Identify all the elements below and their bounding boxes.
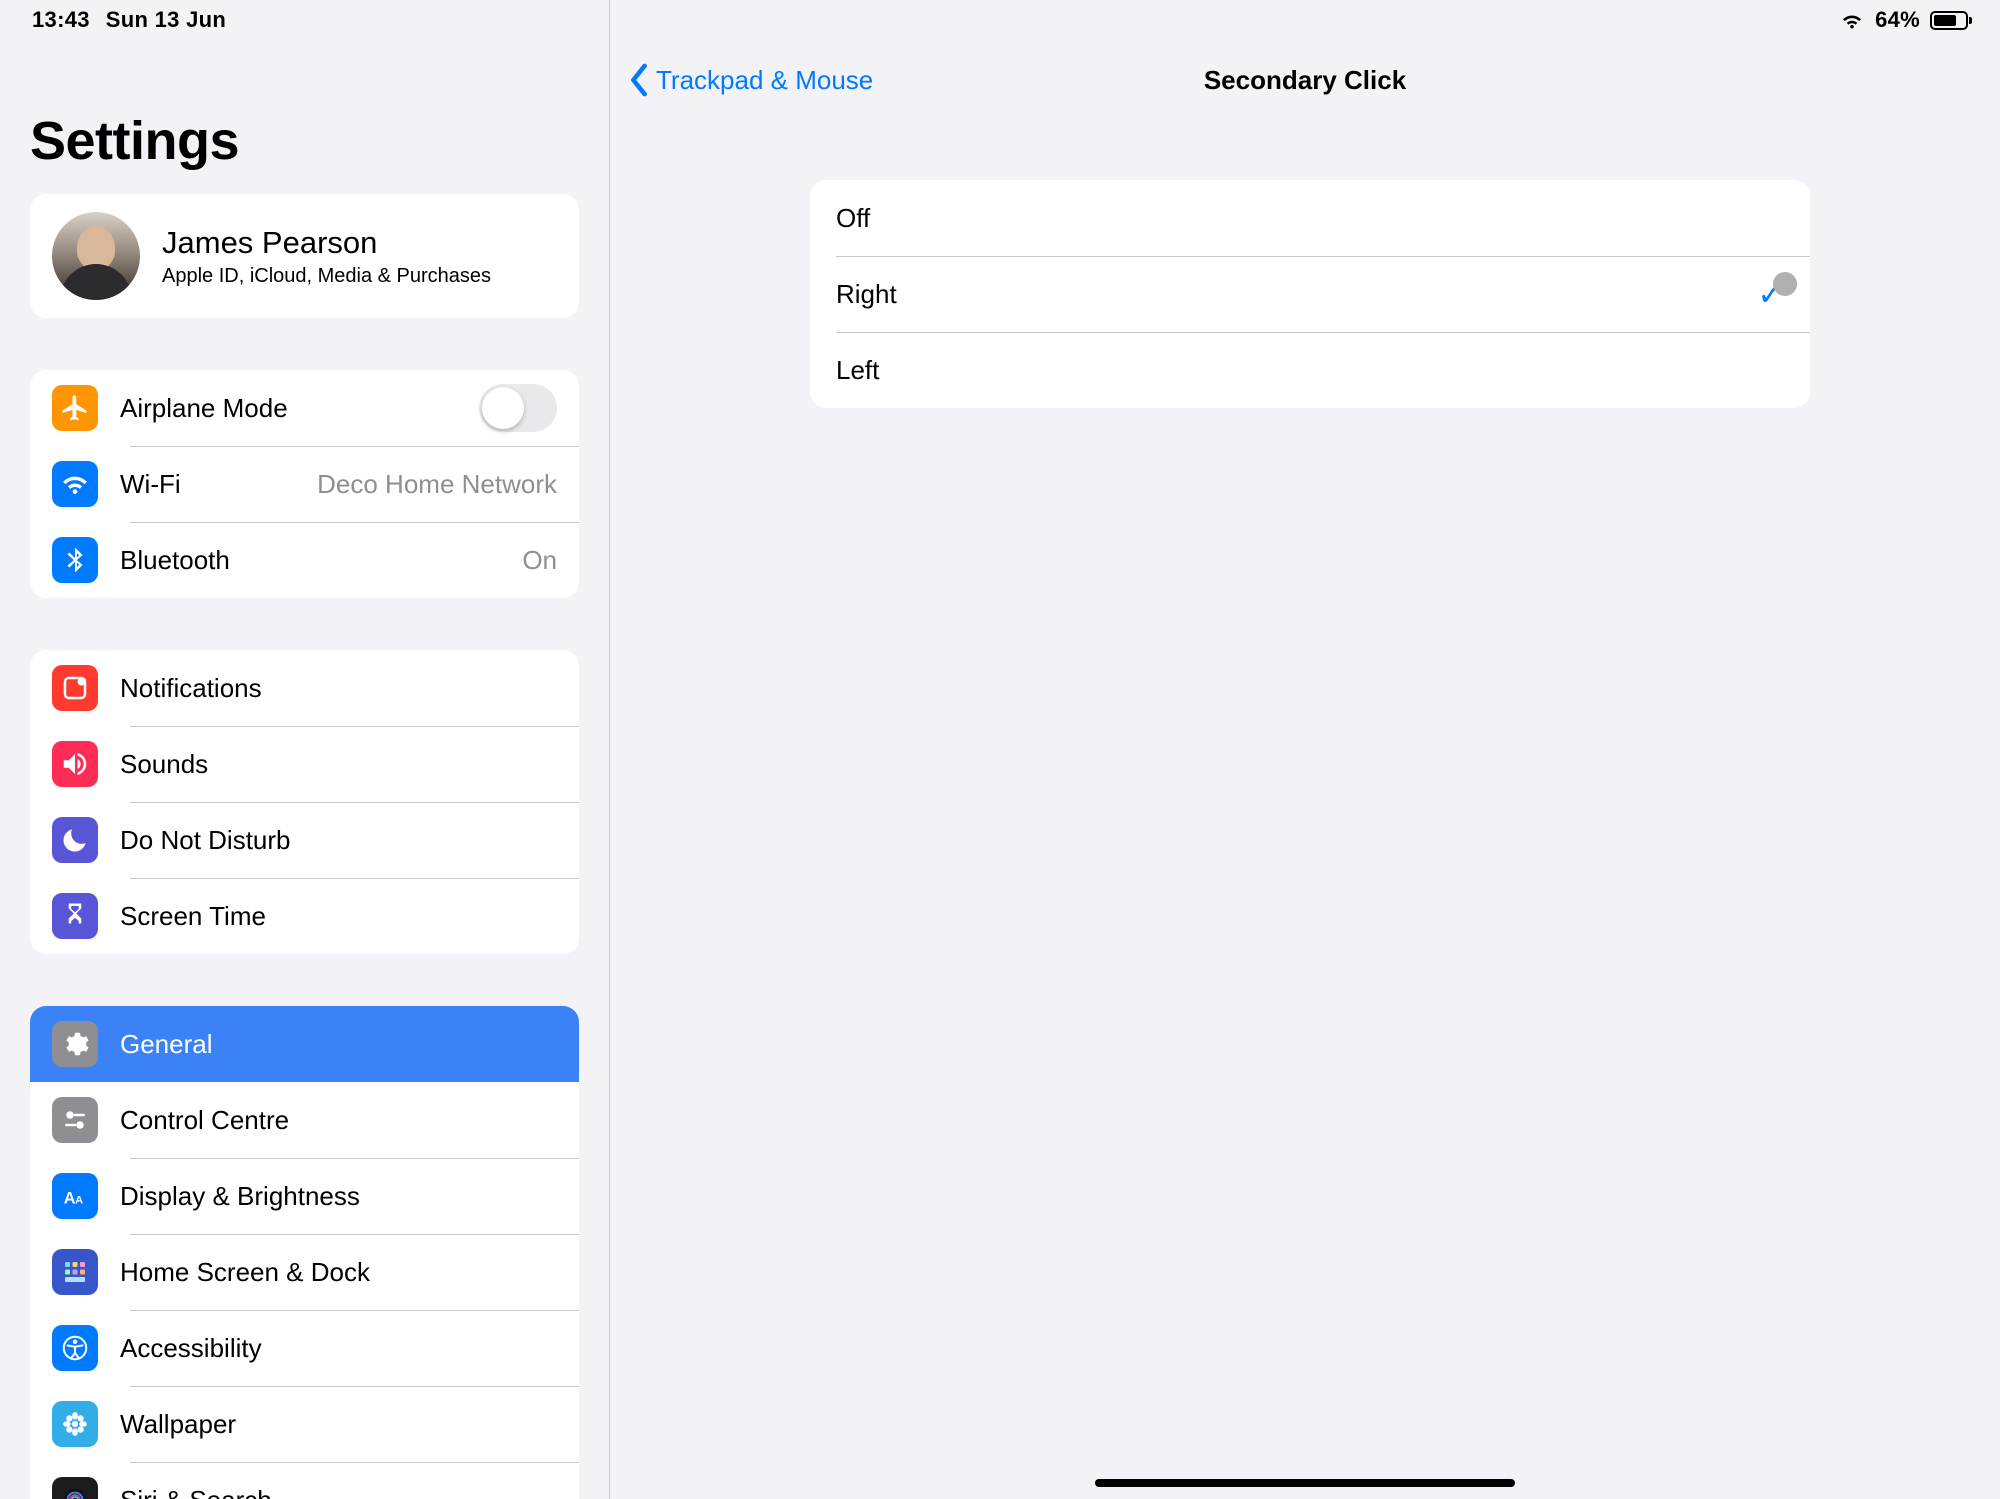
cursor-pointer — [1773, 272, 1797, 296]
avatar — [52, 212, 140, 300]
detail-header: Trackpad & Mouse Secondary Click — [610, 50, 2000, 110]
sidebar-item-control-centre[interactable]: Control Centre — [30, 1082, 579, 1158]
flower-icon — [52, 1401, 98, 1447]
sidebar-item-label: General — [120, 1029, 557, 1060]
profile-name: James Pearson — [162, 225, 491, 261]
wifi-icon — [1839, 10, 1865, 30]
settings-sidebar: Settings James Pearson Apple ID, iCloud,… — [0, 0, 610, 1499]
status-time: 13:43 — [32, 7, 90, 33]
status-date: Sun 13 Jun — [106, 7, 226, 33]
airplane-icon — [52, 385, 98, 431]
sidebar-item-display[interactable]: AA Display & Brightness — [30, 1158, 579, 1234]
status-left: 13:43 Sun 13 Jun — [32, 7, 226, 33]
option-left[interactable]: Left — [810, 332, 1810, 408]
secondary-click-options: Off Right ✓ Left — [810, 180, 1810, 408]
sidebar-item-label: Wallpaper — [120, 1409, 557, 1440]
sidebar-item-label: Wi-Fi — [120, 469, 295, 500]
option-label: Right — [836, 279, 897, 310]
wifi-value: Deco Home Network — [317, 469, 557, 500]
sidebar-item-wallpaper[interactable]: Wallpaper — [30, 1386, 579, 1462]
sidebar-item-siri[interactable]: Siri & Search — [30, 1462, 579, 1499]
gear-icon — [52, 1021, 98, 1067]
sidebar-item-label: Screen Time — [120, 901, 557, 932]
sidebar-item-label: Home Screen & Dock — [120, 1257, 557, 1288]
notifications-icon — [52, 665, 98, 711]
home-indicator[interactable] — [1095, 1479, 1515, 1487]
sliders-icon — [52, 1097, 98, 1143]
sidebar-item-label: Accessibility — [120, 1333, 557, 1364]
option-off[interactable]: Off — [810, 180, 1810, 256]
settings-group-alerts: Notifications Sounds Do Not Disturb Scre… — [30, 650, 579, 954]
sidebar-item-general[interactable]: General — [30, 1006, 579, 1082]
siri-icon — [52, 1477, 98, 1499]
settings-group-device: General Control Centre AA Display & Brig… — [30, 1006, 579, 1499]
sidebar-item-label: Notifications — [120, 673, 557, 704]
sidebar-item-airplane[interactable]: Airplane Mode — [30, 370, 579, 446]
page-title: Settings — [30, 110, 579, 172]
text-size-icon: AA — [52, 1173, 98, 1219]
sidebar-item-wifi[interactable]: Wi-Fi Deco Home Network — [30, 446, 579, 522]
detail-pane: Trackpad & Mouse Secondary Click Off Rig… — [610, 0, 2000, 1499]
status-right: 64% — [1839, 7, 1968, 33]
option-label: Off — [836, 203, 870, 234]
back-button[interactable]: Trackpad & Mouse — [628, 63, 873, 97]
hourglass-icon — [52, 893, 98, 939]
option-label: Left — [836, 355, 879, 386]
accessibility-icon — [52, 1325, 98, 1371]
sidebar-item-notifications[interactable]: Notifications — [30, 650, 579, 726]
sidebar-item-label: Airplane Mode — [120, 393, 457, 424]
status-bar: 13:43 Sun 13 Jun 64% — [0, 0, 2000, 40]
profile-card[interactable]: James Pearson Apple ID, iCloud, Media & … — [30, 194, 579, 318]
chevron-left-icon — [628, 63, 650, 97]
sidebar-item-dnd[interactable]: Do Not Disturb — [30, 802, 579, 878]
svg-text:A: A — [64, 1190, 76, 1208]
sidebar-item-label: Bluetooth — [120, 545, 500, 576]
sidebar-item-homescreen[interactable]: Home Screen & Dock — [30, 1234, 579, 1310]
grid-icon — [52, 1249, 98, 1295]
back-label: Trackpad & Mouse — [656, 65, 873, 96]
sidebar-item-label: Display & Brightness — [120, 1181, 557, 1212]
battery-percent: 64% — [1875, 7, 1920, 33]
bluetooth-value: On — [522, 545, 557, 576]
profile-subtitle: Apple ID, iCloud, Media & Purchases — [162, 265, 491, 288]
sounds-icon — [52, 741, 98, 787]
sidebar-item-label: Siri & Search — [120, 1485, 557, 1499]
wifi-settings-icon — [52, 461, 98, 507]
moon-icon — [52, 817, 98, 863]
settings-group-connectivity: Airplane Mode Wi-Fi Deco Home Network Bl… — [30, 370, 579, 598]
battery-icon — [1930, 11, 1968, 30]
sidebar-item-sounds[interactable]: Sounds — [30, 726, 579, 802]
sidebar-item-label: Do Not Disturb — [120, 825, 557, 856]
bluetooth-icon — [52, 537, 98, 583]
sidebar-item-label: Sounds — [120, 749, 557, 780]
sidebar-item-label: Control Centre — [120, 1105, 557, 1136]
sidebar-item-accessibility[interactable]: Accessibility — [30, 1310, 579, 1386]
sidebar-item-screentime[interactable]: Screen Time — [30, 878, 579, 954]
airplane-toggle[interactable] — [479, 384, 557, 432]
sidebar-item-bluetooth[interactable]: Bluetooth On — [30, 522, 579, 598]
option-right[interactable]: Right ✓ — [810, 256, 1810, 332]
svg-text:A: A — [75, 1195, 83, 1207]
